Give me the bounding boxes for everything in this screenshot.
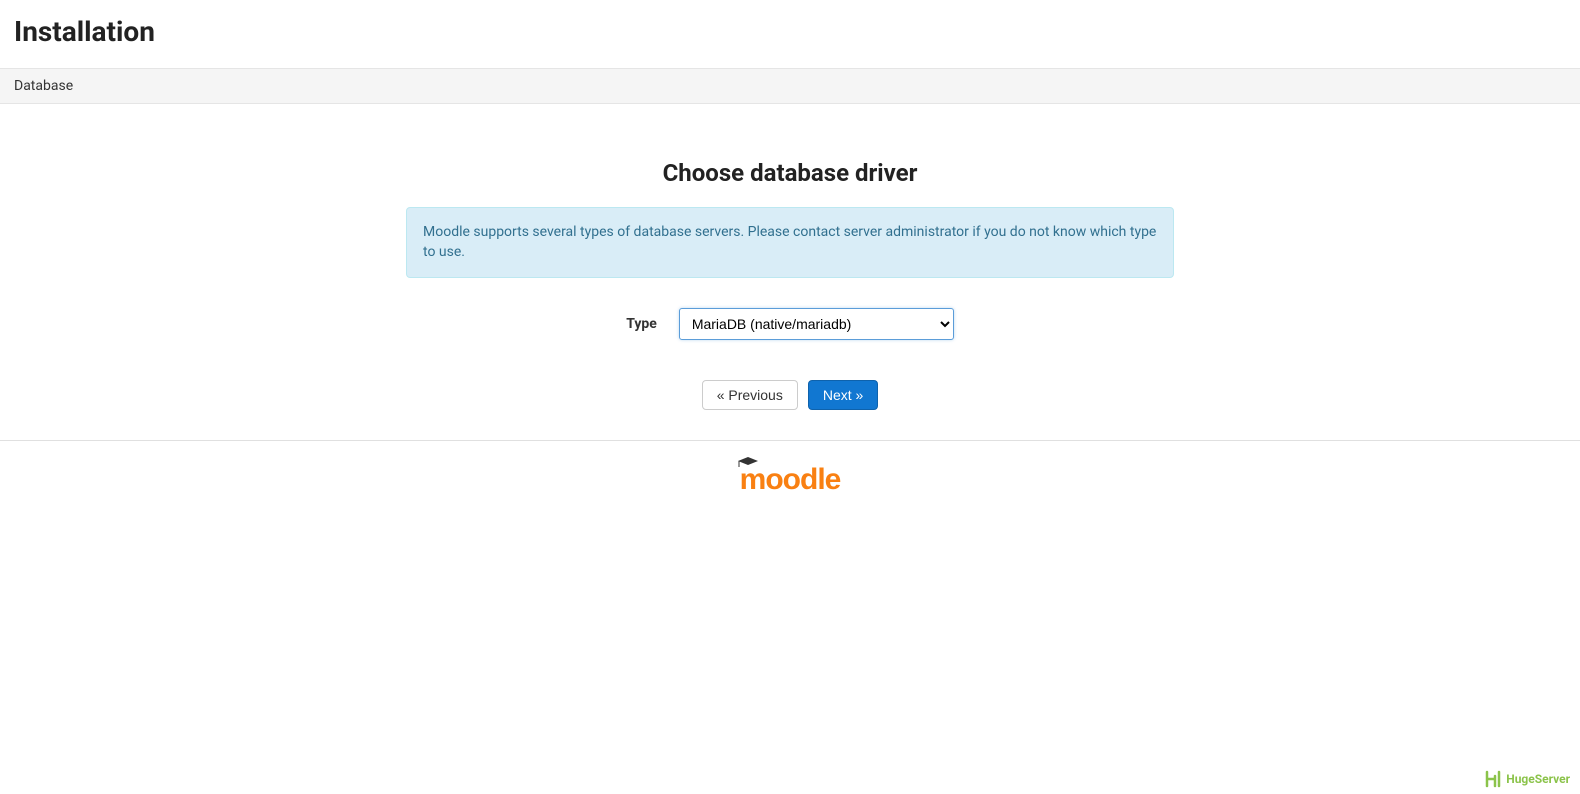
database-type-select[interactable]: MariaDB (native/mariadb) [679, 308, 954, 340]
next-button[interactable]: Next » [808, 380, 878, 410]
main-content: Choose database driver Moodle supports s… [394, 159, 1186, 410]
type-label: Type [626, 316, 657, 332]
button-row: « Previous Next » [406, 380, 1174, 410]
watermark: HugeServer [1484, 770, 1570, 788]
breadcrumb: Database [0, 68, 1580, 104]
watermark-text: HugeServer [1506, 772, 1570, 786]
info-alert: Moodle supports several types of databas… [406, 207, 1174, 278]
moodle-logo[interactable]: m oodle [740, 463, 841, 497]
graduation-cap-icon [738, 457, 758, 467]
info-message: Moodle supports several types of databas… [423, 224, 1156, 260]
hugeserver-icon [1484, 770, 1502, 788]
breadcrumb-current: Database [14, 78, 73, 94]
main-heading: Choose database driver [406, 159, 1174, 187]
page-title: Installation [14, 15, 1566, 48]
footer-logo: m oodle [0, 441, 1580, 519]
page-header: Installation [0, 0, 1580, 68]
previous-button[interactable]: « Previous [702, 380, 798, 410]
form-row-type: Type MariaDB (native/mariadb) [406, 308, 1174, 340]
